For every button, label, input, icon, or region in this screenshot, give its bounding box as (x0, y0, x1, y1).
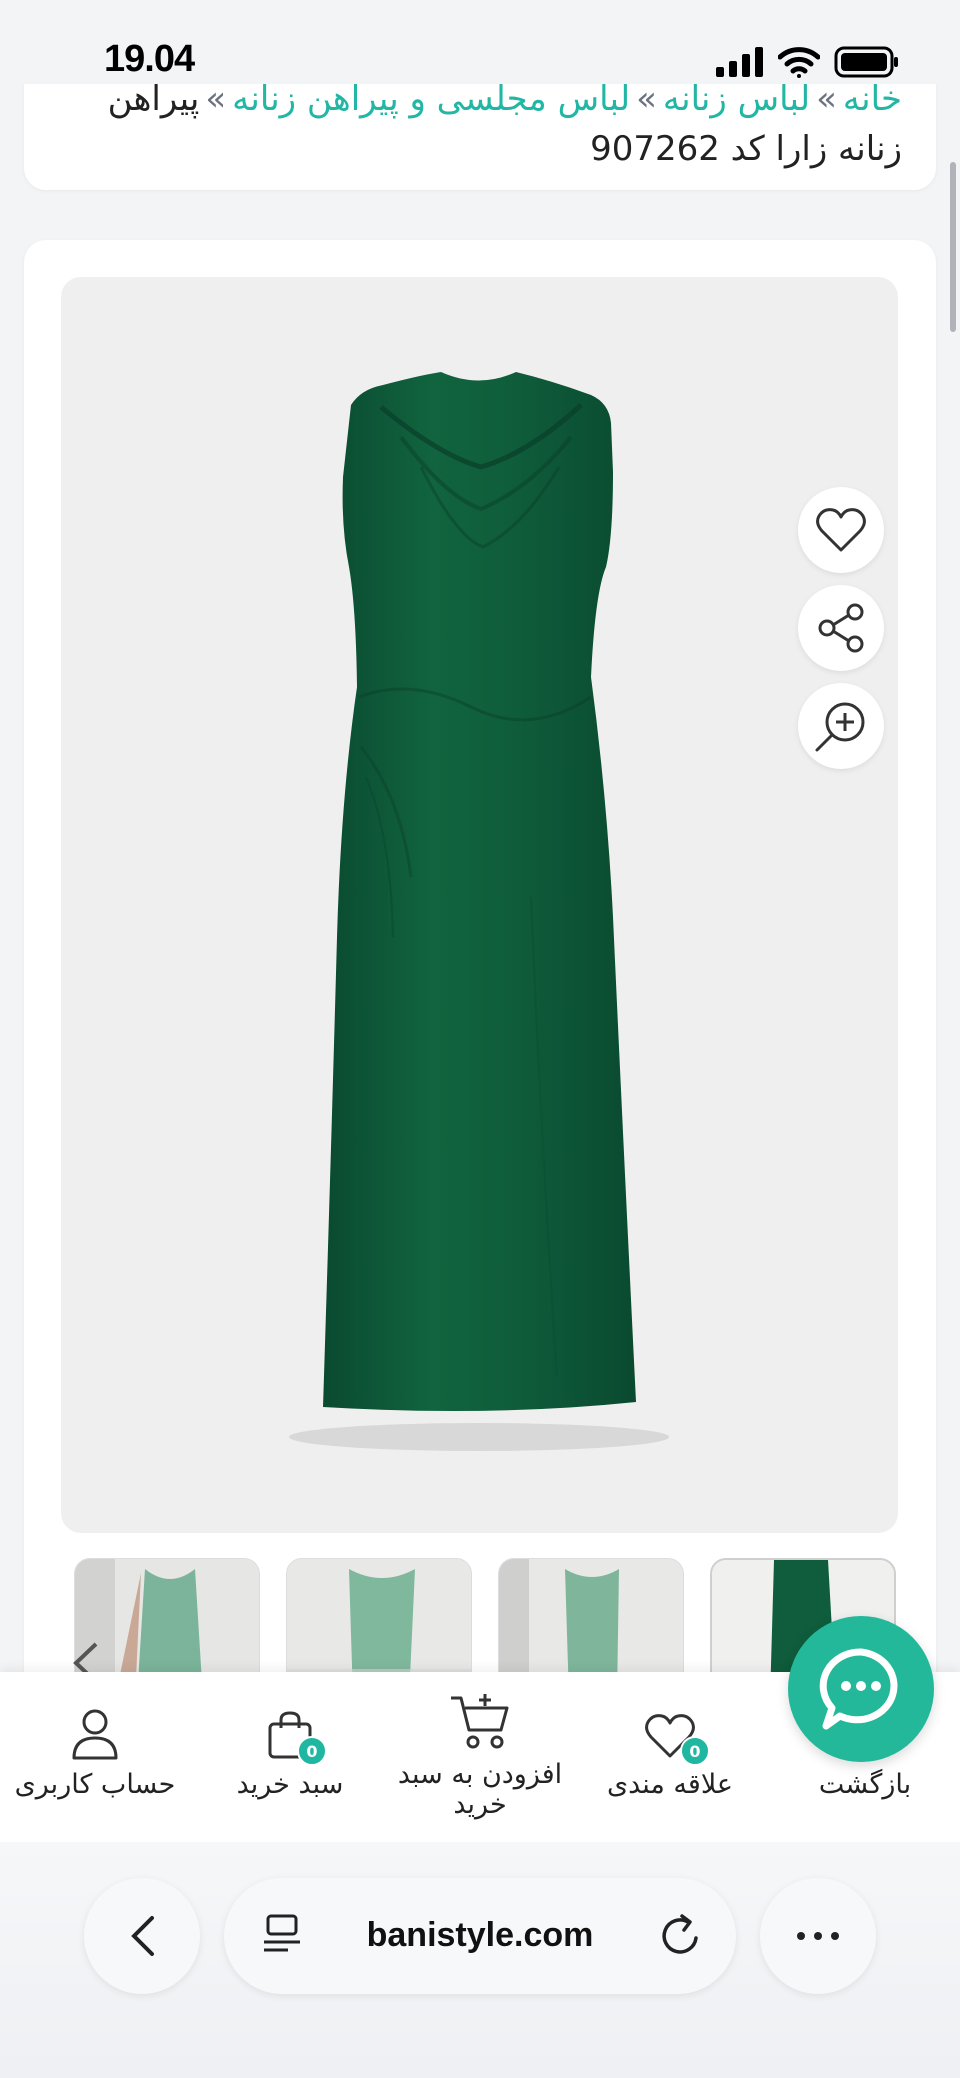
green-dress-image (289, 372, 669, 1451)
breadcrumb-separator: » (816, 79, 837, 119)
nav-add-to-cart-label: افزودن به سبد خرید (397, 1759, 563, 1820)
heart-icon (816, 508, 866, 552)
breadcrumb-separator: » (636, 79, 657, 119)
breadcrumb-dresses[interactable]: لباس مجلسی و پیراهن زنانه (232, 79, 630, 119)
signal-icon (716, 47, 763, 77)
browser-toolbar: banistyle.com (0, 1842, 960, 2078)
reload-icon (662, 1914, 698, 1954)
page-scrollbar[interactable] (950, 162, 956, 332)
breadcrumb-womens-clothing[interactable]: لباس زنانه (663, 79, 810, 119)
cart-count-badge: 0 (297, 1736, 327, 1766)
nav-account[interactable]: حساب کاربری (10, 1672, 180, 1842)
chevron-left-icon (131, 1916, 154, 1956)
nav-wishlist[interactable]: 0 علاقه مندی (590, 1672, 750, 1842)
cart-plus-icon (451, 1694, 509, 1749)
nav-account-label: حساب کاربری (14, 1769, 176, 1800)
address-bar[interactable]: banistyle.com (224, 1878, 736, 1994)
user-icon (72, 1709, 118, 1760)
nav-add-to-cart[interactable]: افزودن به سبد خرید (380, 1672, 580, 1842)
browser-back-button[interactable] (84, 1878, 200, 1994)
nav-wishlist-label: علاقه مندی (606, 1769, 734, 1800)
chat-button[interactable] (788, 1616, 934, 1762)
nav-cart-label: سبد خرید (236, 1769, 344, 1800)
more-dots-icon (797, 1932, 839, 1940)
product-main-image[interactable] (61, 277, 898, 1533)
battery-icon (834, 46, 898, 78)
share-icon (818, 603, 864, 653)
chat-bubble-icon (819, 1648, 898, 1730)
status-time: 19.04 (104, 38, 195, 80)
breadcrumb-separator: » (205, 79, 227, 119)
zoom-in-icon (815, 702, 865, 752)
product-gallery-card (24, 240, 936, 1700)
zoom-button[interactable] (798, 683, 884, 769)
wishlist-button[interactable] (798, 487, 884, 573)
reload-button[interactable] (658, 1912, 702, 1962)
status-icons (716, 46, 900, 78)
status-bar: 19.04 (0, 0, 960, 84)
wishlist-count-badge: 0 (680, 1736, 710, 1766)
wifi-icon (778, 47, 820, 78)
nav-cart[interactable]: 0 سبد خرید (220, 1672, 360, 1842)
breadcrumb-home[interactable]: خانه (843, 79, 902, 119)
share-button[interactable] (798, 585, 884, 671)
browser-more-button[interactable] (760, 1878, 876, 1994)
nav-back-label: بازگشت (818, 1769, 912, 1800)
